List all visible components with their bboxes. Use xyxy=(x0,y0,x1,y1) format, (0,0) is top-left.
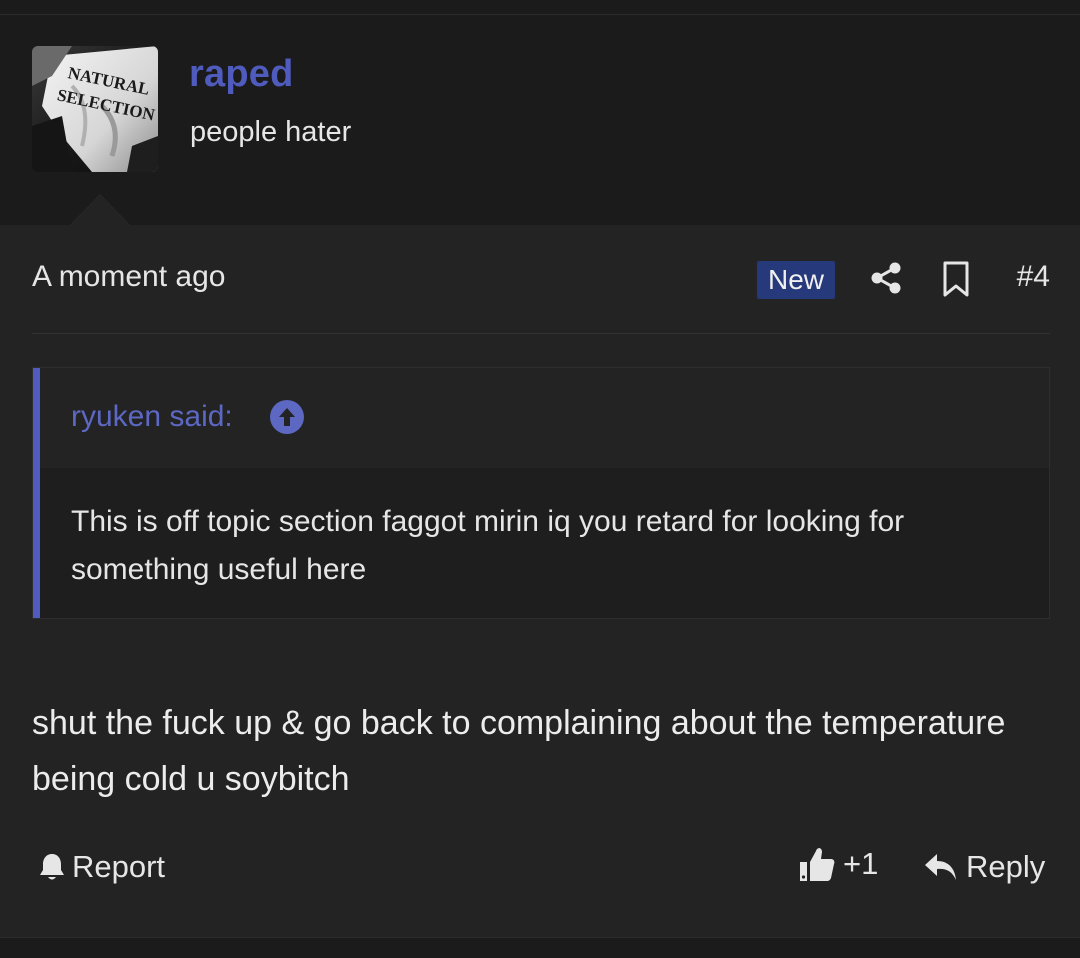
bottom-strip xyxy=(0,938,1080,958)
post-actions: Report +1 Reply xyxy=(32,843,1050,893)
quote-block: ryuken said: This is off topic section f… xyxy=(32,367,1050,619)
bookmark-icon[interactable] xyxy=(940,261,972,297)
meta-divider xyxy=(32,333,1050,334)
like-count: +1 xyxy=(843,846,879,881)
avatar[interactable]: NATURAL SELECTION xyxy=(32,46,158,172)
arrow-up-circle-icon[interactable] xyxy=(270,400,304,434)
username[interactable]: raped xyxy=(189,53,293,96)
quote-accent-bar xyxy=(33,368,40,618)
quote-author[interactable]: ryuken said: xyxy=(71,400,233,434)
reply-label: Reply xyxy=(966,849,1046,884)
new-badge: New xyxy=(757,261,835,299)
report-label: Report xyxy=(72,849,166,884)
post-message: shut the fuck up & go back to complainin… xyxy=(32,704,1006,798)
share-icon[interactable] xyxy=(868,260,904,296)
quote-content: This is off topic section faggot mirin i… xyxy=(40,468,1049,618)
post-meta: A moment ago New #4 xyxy=(32,253,1050,305)
user-header: NATURAL SELECTION raped people hater xyxy=(0,15,1080,225)
reply-arrow-icon xyxy=(925,854,956,880)
like-button[interactable]: +1 xyxy=(799,845,878,883)
quote-header: ryuken said: xyxy=(40,368,1049,468)
post-body: A moment ago New #4 ryuken said: This is… xyxy=(0,225,1080,937)
page: NATURAL SELECTION raped people hater A m… xyxy=(0,0,1080,958)
report-button[interactable]: Report xyxy=(38,849,165,885)
quote-text: This is off topic section faggot mirin i… xyxy=(71,505,905,586)
thumbs-up-icon xyxy=(800,848,835,881)
header-pointer xyxy=(71,195,129,225)
post-number[interactable]: #4 xyxy=(982,260,1050,294)
avatar-image: NATURAL SELECTION xyxy=(32,46,158,172)
reply-button[interactable]: Reply xyxy=(924,849,1045,885)
user-title: people hater xyxy=(190,116,352,148)
bell-icon xyxy=(40,854,64,880)
post-timestamp[interactable]: A moment ago xyxy=(32,260,225,294)
